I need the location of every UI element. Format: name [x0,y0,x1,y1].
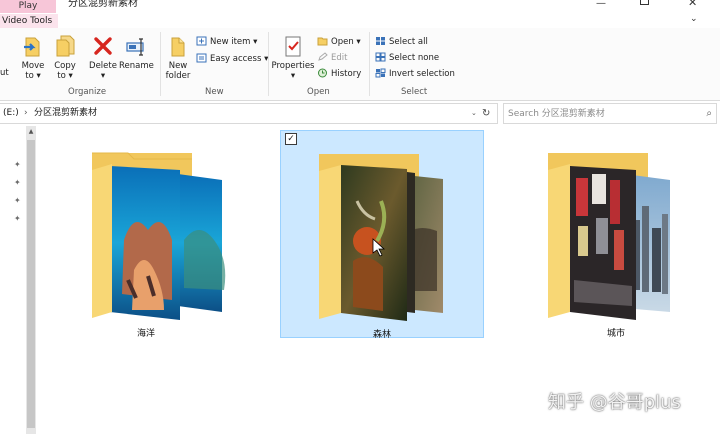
history-icon [318,68,327,78]
tab-play[interactable]: Play [0,0,56,13]
search-input[interactable] [504,104,702,123]
folder-thumbnail [548,153,670,320]
selection-checkbox[interactable]: ✓ [285,133,297,145]
new-item-label: New item [210,37,251,47]
new-folder-icon [171,37,185,57]
properties-icon [285,36,301,57]
address-row: (E:) › 分区混剪新素材 ⌄ ↻ ⌕ [0,101,720,125]
open-button[interactable]: Open ▾ [317,36,361,48]
invert-selection-button[interactable]: Invert selection [375,68,455,80]
search-box[interactable]: ⌕ [503,103,717,124]
delete-label: Delete [89,61,117,71]
move-to-label-line2: to [25,71,34,81]
select-all-icon [376,37,385,45]
new-folder-label-line1: New [168,61,188,71]
folder-item-forest[interactable]: ✓ 森林 [280,130,484,340]
edit-icon [318,52,328,61]
easy-access-icon [196,53,207,63]
easy-access-button[interactable]: Easy access ▾ [196,53,268,65]
pin-icon[interactable]: ✦ [14,214,21,223]
maximize-button[interactable] [640,0,649,5]
invert-selection-label: Invert selection [389,69,455,79]
breadcrumb-drive[interactable]: (E:) [3,104,19,123]
folder-thumbnail [319,154,443,321]
properties-label: Properties [271,61,315,71]
pin-icon[interactable]: ✦ [14,178,21,187]
new-item-icon [196,36,207,46]
delete-icon [94,37,112,55]
pin-icon[interactable]: ✦ [14,196,21,205]
title-bar: Play Video Tools 分区混剪新素材 — ✕ ⌄ [0,0,720,28]
folder-item-city[interactable]: 城市 [514,130,718,339]
move-to-button[interactable]: Move to ▾ [18,34,48,81]
select-all-label: Select all [389,37,428,47]
watermark: 知乎 @谷哥plus [548,392,681,413]
video-tools-label: Video Tools [0,14,58,28]
new-folder-label-line2: folder [165,71,191,81]
select-all-button[interactable]: Select all [375,36,428,48]
rename-label: Rename [119,61,154,71]
scroll-up-icon[interactable]: ▲ [26,128,36,135]
select-none-icon [375,52,386,62]
copy-to-icon [56,35,75,57]
folder-label: 森林 [372,330,391,340]
copy-to-button[interactable]: Copy to ▾ [51,34,79,81]
divider [160,32,161,96]
open-icon [317,37,328,46]
move-to-label-line1: Move [21,61,45,71]
breadcrumb-folder[interactable]: 分区混剪新素材 [34,104,97,123]
divider [369,32,370,96]
rename-icon [126,38,144,56]
nav-scrollbar-thumb[interactable] [27,140,35,428]
select-none-button[interactable]: Select none [375,52,439,64]
cut-label: ut [0,68,9,78]
folder-label: 城市 [606,329,625,339]
edit-label: Edit [331,53,348,63]
rename-button[interactable]: Rename [119,34,154,71]
copy-to-label-line2: to [57,71,66,81]
cut-button[interactable]: ut [0,68,10,78]
move-to-icon [24,37,40,57]
address-dropdown-icon[interactable]: ⌄ [471,104,477,123]
ribbon: ut Move to ▾ Copy to ▾ Delete ▾ Rename O… [0,28,720,101]
select-none-label: Select none [389,53,440,63]
edit-button[interactable]: Edit [317,52,347,64]
select-group-label: Select [401,87,428,97]
invert-selection-icon [375,68,386,78]
ribbon-collapse-chevron-icon[interactable]: ⌄ [690,14,698,24]
new-group-label: New [205,87,224,97]
minimize-button[interactable]: — [596,0,606,9]
breadcrumb-chevron-icon[interactable]: › [24,104,28,123]
open-label: Open [331,37,354,47]
history-button[interactable]: History [317,68,361,80]
search-icon[interactable]: ⌕ [706,104,712,123]
address-bar[interactable]: (E:) › 分区混剪新素材 ⌄ ↻ [0,103,498,124]
organize-group-label: Organize [68,87,107,97]
open-group-label: Open [307,87,330,97]
new-folder-button[interactable]: New folder [164,34,192,81]
refresh-icon[interactable]: ↻ [482,104,490,123]
divider [268,32,269,96]
delete-button[interactable]: Delete ▾ [88,34,118,81]
folder-thumbnail [92,152,226,320]
history-label: History [331,69,362,79]
folder-label: 海洋 [136,329,155,339]
pin-icon[interactable]: ✦ [14,160,21,169]
folder-item-ocean[interactable]: 海洋 [44,130,248,339]
easy-access-label: Easy access [210,54,262,64]
navigation-pane: ✦ ✦ ✦ ✦ ▲ [0,126,36,434]
new-item-button[interactable]: New item ▾ [196,36,257,48]
properties-button[interactable]: Properties ▾ [271,34,315,81]
window-title: 分区混剪新素材 [68,0,138,9]
copy-to-label-line1: Copy [54,61,76,71]
close-button[interactable]: ✕ [688,0,697,9]
